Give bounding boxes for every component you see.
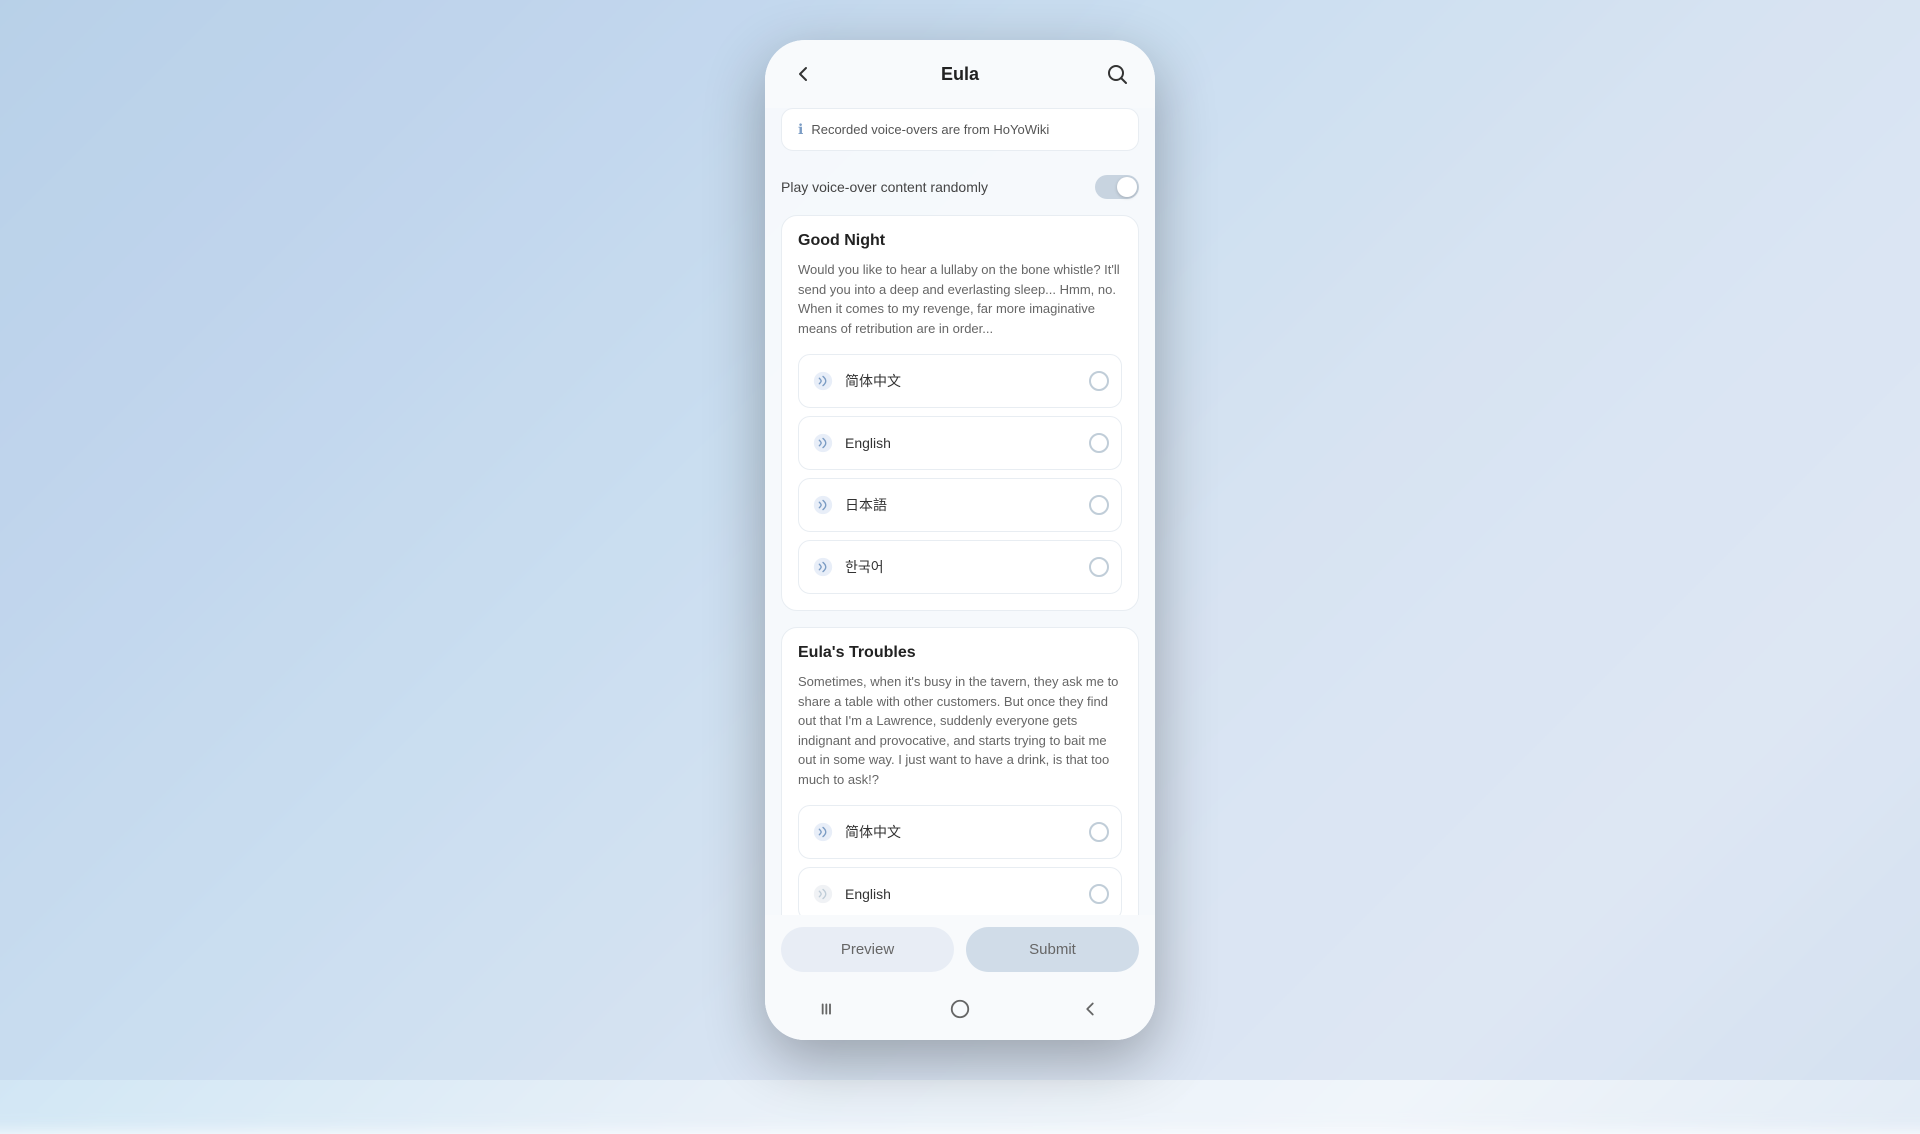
radio-zh-cn-2[interactable] <box>1089 822 1109 842</box>
toggle-label: Play voice-over content randomly <box>781 179 988 195</box>
info-text: Recorded voice-overs are from HoYoWiki <box>811 122 1049 137</box>
menu-nav-icon[interactable] <box>810 994 850 1024</box>
info-icon: ℹ <box>798 121 803 138</box>
back-nav-icon[interactable] <box>1070 994 1110 1024</box>
language-option-en[interactable]: English <box>798 416 1122 470</box>
language-name: 한국어 <box>845 557 884 577</box>
submit-button[interactable]: Submit <box>966 927 1139 972</box>
radio-zh-cn[interactable] <box>1089 371 1109 391</box>
language-name: English <box>845 435 891 451</box>
bottom-nav <box>765 984 1155 1040</box>
section-desc-eulas-troubles: Sometimes, when it's busy in the tavern,… <box>798 672 1122 789</box>
preview-button[interactable]: Preview <box>781 927 954 972</box>
phone-container: Eula ℹ Recorded voice-overs are from HoY… <box>765 40 1155 1040</box>
language-option-zh-cn-2[interactable]: 简体中文 <box>798 805 1122 859</box>
radio-ko[interactable] <box>1089 557 1109 577</box>
content-area: ℹ Recorded voice-overs are from HoYoWiki… <box>765 108 1155 915</box>
audio-icon <box>811 820 835 844</box>
header: Eula <box>765 40 1155 108</box>
toggle-knob <box>1117 177 1137 197</box>
language-name: 简体中文 <box>845 822 901 842</box>
audio-icon <box>811 555 835 579</box>
audio-icon <box>811 431 835 455</box>
radio-en-2[interactable] <box>1089 884 1109 904</box>
section-title-eulas-troubles: Eula's Troubles <box>798 644 1122 662</box>
section-good-night: Good Night Would you like to hear a lull… <box>781 215 1139 611</box>
language-option-ko[interactable]: 한국어 <box>798 540 1122 594</box>
audio-icon <box>811 493 835 517</box>
radio-en[interactable] <box>1089 433 1109 453</box>
section-eulas-troubles: Eula's Troubles Sometimes, when it's bus… <box>781 627 1139 915</box>
section-title-good-night: Good Night <box>798 232 1122 250</box>
language-name: 简体中文 <box>845 371 901 391</box>
home-nav-icon[interactable] <box>940 994 980 1024</box>
language-name: English <box>845 886 891 902</box>
toggle-row: Play voice-over content randomly <box>781 167 1139 215</box>
random-play-toggle[interactable] <box>1095 175 1139 199</box>
section-desc-good-night: Would you like to hear a lullaby on the … <box>798 260 1122 338</box>
radio-ja[interactable] <box>1089 495 1109 515</box>
language-name: 日本語 <box>845 495 887 515</box>
search-button[interactable] <box>1099 56 1135 92</box>
back-button[interactable] <box>785 56 821 92</box>
language-option-zh-cn[interactable]: 简体中文 <box>798 354 1122 408</box>
audio-icon-loading <box>811 882 835 906</box>
info-banner: ℹ Recorded voice-overs are from HoYoWiki <box>781 108 1139 151</box>
language-option-ja[interactable]: 日本語 <box>798 478 1122 532</box>
audio-icon <box>811 369 835 393</box>
bottom-buttons: Preview Submit <box>765 915 1155 984</box>
language-option-en-2[interactable]: English <box>798 867 1122 915</box>
page-title: Eula <box>941 64 979 85</box>
